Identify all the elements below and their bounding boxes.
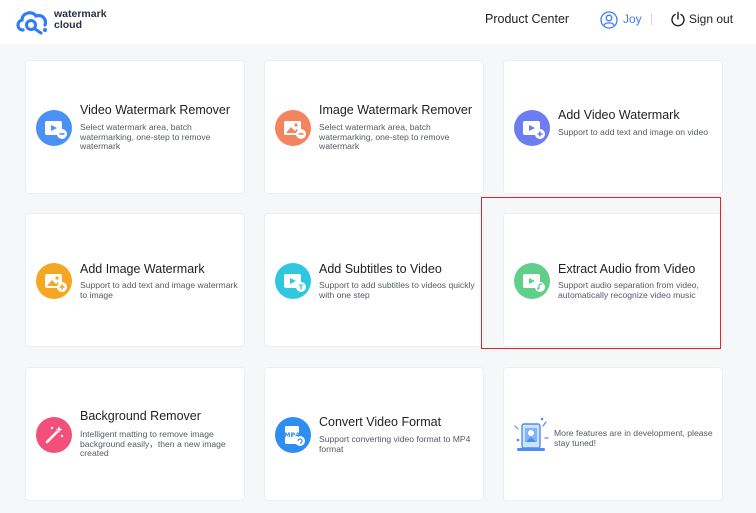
card-extract-audio-from-video[interactable]: Extract Audio from Video Support audio s… bbox=[503, 213, 723, 347]
development-illustration-icon bbox=[512, 416, 550, 456]
card-image-watermark-remover[interactable]: Image Watermark Remover Select watermark… bbox=[264, 60, 484, 194]
audio-extract-icon bbox=[514, 263, 550, 299]
watermark-cloud-logo[interactable]: watermark cloud bbox=[14, 6, 114, 38]
card-description: Support to add text and image on video bbox=[558, 127, 709, 137]
card-title: Add Video Watermark bbox=[558, 108, 680, 122]
card-title: Background Remover bbox=[80, 409, 201, 423]
card-description: Intelligent matting to remove image back… bbox=[80, 429, 226, 459]
card-description: Support to add subtitles to videos quick… bbox=[319, 280, 475, 300]
header-divider bbox=[651, 14, 652, 25]
sign-out-label: Sign out bbox=[689, 12, 734, 26]
top-bar: watermark cloud Product Center Joy Sign … bbox=[0, 0, 756, 44]
product-center-link[interactable]: Product Center bbox=[485, 12, 569, 26]
magic-wand-icon bbox=[36, 417, 72, 453]
card-description: Select watermark area, batch watermarkin… bbox=[319, 122, 450, 152]
card-convert-video-format[interactable]: MP4 Convert Video Format Support convert… bbox=[264, 367, 484, 501]
image-remove-icon bbox=[275, 110, 311, 146]
cloud-logo-icon bbox=[16, 11, 48, 35]
card-description: Support to add text and image watermark … bbox=[80, 280, 238, 300]
card-title: Convert Video Format bbox=[319, 415, 442, 429]
mp4-icon: MP4 bbox=[275, 417, 311, 453]
card-video-watermark-remover[interactable]: Video Watermark Remover Select watermark… bbox=[25, 60, 245, 194]
card-background-remover[interactable]: Background Remover Intelligent matting t… bbox=[25, 367, 245, 501]
svg-text:T: T bbox=[299, 284, 304, 292]
mp4-badge: MP4 bbox=[284, 431, 300, 439]
card-title: Video Watermark Remover bbox=[80, 103, 231, 117]
card-more-features: More features are in development, please… bbox=[503, 367, 723, 501]
card-add-subtitles-to-video[interactable]: T Add Subtitles to Video Support to add … bbox=[264, 213, 484, 347]
user-avatar-icon bbox=[600, 11, 618, 29]
video-add-icon bbox=[514, 110, 550, 146]
user-name: Joy bbox=[623, 12, 642, 26]
subtitle-icon: T bbox=[275, 263, 311, 299]
card-add-image-watermark[interactable]: Add Image Watermark Support to add text … bbox=[25, 213, 245, 347]
development-notice: More features are in development, please… bbox=[554, 428, 713, 448]
card-title: Image Watermark Remover bbox=[319, 103, 473, 117]
logo-text-line2: cloud bbox=[54, 19, 82, 31]
card-title: Extract Audio from Video bbox=[558, 262, 696, 276]
image-add-icon bbox=[36, 263, 72, 299]
card-description: Support converting video format to MP4 f… bbox=[319, 434, 471, 454]
video-remove-icon bbox=[36, 110, 72, 146]
card-title: Add Image Watermark bbox=[80, 262, 205, 276]
card-title: Add Subtitles to Video bbox=[319, 262, 442, 276]
card-description: Select watermark area, batch watermarkin… bbox=[80, 122, 211, 152]
power-icon bbox=[671, 11, 685, 27]
card-add-video-watermark[interactable]: Add Video Watermark Support to add text … bbox=[503, 60, 723, 194]
card-description: Support audio separation from video, aut… bbox=[558, 280, 699, 300]
